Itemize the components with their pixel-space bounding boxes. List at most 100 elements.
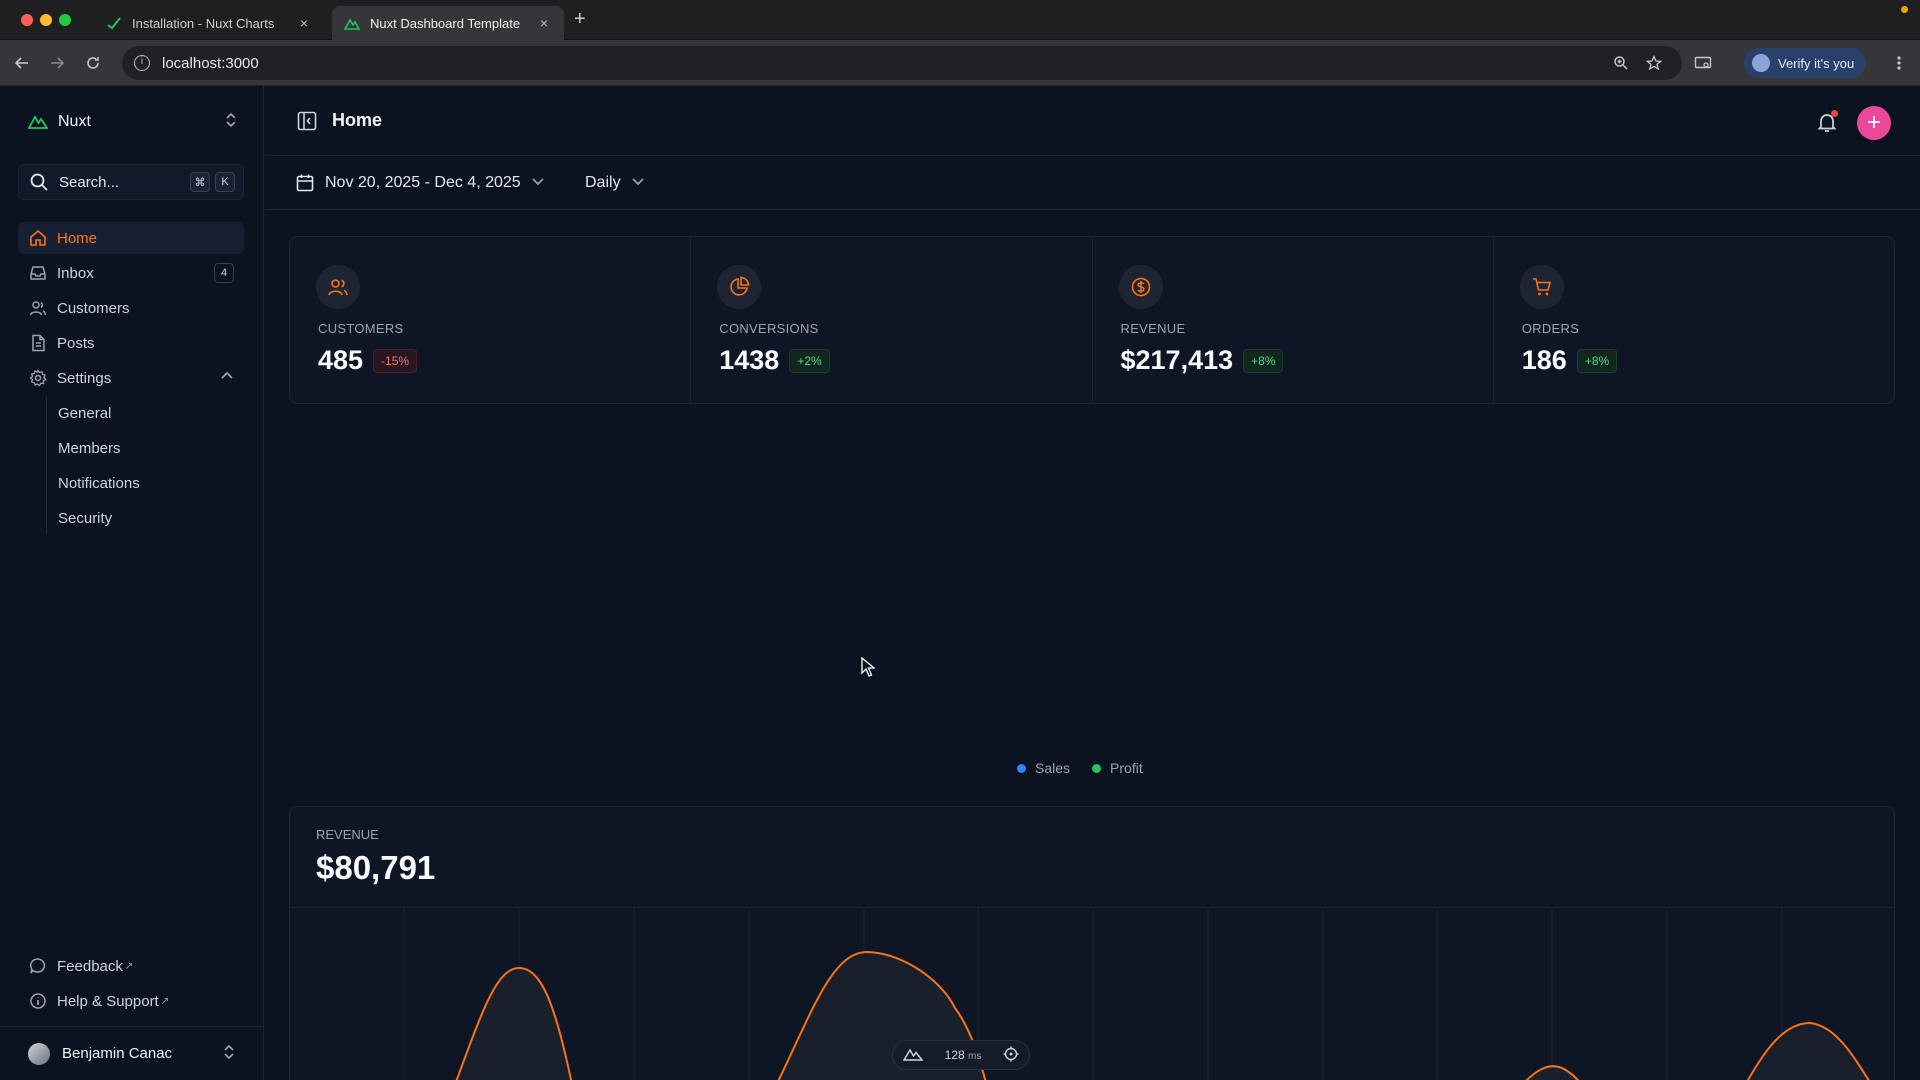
revenue-label: REVENUE: [316, 827, 379, 842]
stat-value: 1438: [719, 345, 780, 375]
help-support-link[interactable]: Help & Support ↗: [18, 985, 244, 1017]
sidebar-item-notifications[interactable]: Notifications: [58, 467, 244, 499]
reload-icon[interactable]: [82, 52, 104, 74]
stat-card-revenue[interactable]: REVENUE $217,413 +8%: [1093, 237, 1494, 403]
sidebar-item-customers[interactable]: Customers: [18, 292, 244, 324]
date-range-picker[interactable]: Nov 20, 2025 - Dec 4, 2025: [295, 170, 545, 196]
gear-icon: [28, 368, 48, 388]
stats-grid: CUSTOMERS 485 -15% CONVERSIONS 1438 +2% …: [289, 236, 1895, 404]
legend-item-profit[interactable]: Profit: [1092, 760, 1143, 776]
search-icon: [29, 172, 49, 192]
search-shortcut: ⌘ K: [190, 172, 235, 192]
nuxt-logo-icon: [27, 112, 49, 132]
stat-change-badge: +2%: [789, 348, 830, 373]
avatar: [28, 1042, 50, 1065]
settings-submenu: General Members Notifications Security: [46, 397, 244, 534]
date-range-label: Nov 20, 2025 - Dec 4, 2025: [325, 174, 521, 191]
sidebar-item-home[interactable]: Home: [18, 222, 244, 254]
legend-dot: [1017, 763, 1026, 773]
chevron-up-down-icon: [224, 111, 238, 134]
legend-label: Sales: [1035, 760, 1071, 776]
users-icon: [28, 298, 48, 318]
sidebar-collapse-icon[interactable]: [296, 110, 318, 132]
inbox-icon: [28, 263, 48, 283]
notification-dot: [1831, 110, 1838, 117]
bell-icon[interactable]: [1815, 110, 1839, 134]
message-icon: [28, 956, 48, 976]
url-bar[interactable]: i localhost:3000: [122, 46, 1682, 80]
team-switcher[interactable]: Nuxt: [27, 110, 238, 134]
browser-tab-installation[interactable]: Installation - Nuxt Charts ×: [94, 6, 324, 40]
page-title: Home: [332, 110, 383, 130]
close-tab-icon[interactable]: ×: [536, 15, 552, 31]
chart-legend: Sales Profit: [1017, 760, 1143, 776]
stat-card-customers[interactable]: CUSTOMERS 485 -15%: [290, 237, 692, 403]
timing-unit: ms: [968, 1051, 982, 1062]
stat-change-badge: +8%: [1576, 348, 1618, 373]
stat-card-orders[interactable]: ORDERS 186 +8%: [1494, 237, 1894, 403]
kbd-k: K: [215, 172, 235, 192]
user-name: Benjamin Canac: [62, 1045, 173, 1062]
new-tab-button[interactable]: +: [574, 8, 586, 31]
forward-arrow-icon[interactable]: [46, 52, 68, 74]
back-arrow-icon[interactable]: [11, 52, 33, 74]
tab-label: Nuxt Dashboard Template: [370, 15, 521, 31]
close-window-button[interactable]: [21, 14, 33, 26]
browser-address-bar: i localhost:3000: [0, 40, 1920, 86]
legend-label: Profit: [1110, 760, 1143, 776]
browser-tab-dashboard[interactable]: Nuxt Dashboard Template ×: [332, 6, 564, 40]
stat-card-conversions[interactable]: CONVERSIONS 1438 +2%: [691, 237, 1093, 403]
zoom-icon[interactable]: [1610, 52, 1632, 74]
user-menu[interactable]: Benjamin Canac: [0, 1026, 264, 1080]
cast-icon[interactable]: [1692, 52, 1714, 74]
minimize-window-button[interactable]: [40, 14, 52, 26]
brand-name: Nuxt: [58, 113, 91, 130]
stat-change-badge: -15%: [373, 348, 418, 373]
kebab-menu-icon[interactable]: [1888, 52, 1910, 74]
search-label: Search...: [59, 173, 120, 191]
sidebar-item-posts[interactable]: Posts: [18, 327, 244, 359]
info-icon: [28, 991, 48, 1011]
sidebar-item-general[interactable]: General: [58, 397, 244, 429]
site-info-icon[interactable]: i: [134, 55, 150, 71]
sidebar-item-security[interactable]: Security: [58, 502, 244, 534]
sidebar-item-label: Customers: [57, 299, 130, 317]
revenue-chart[interactable]: [290, 907, 1894, 1080]
stat-value: 485: [318, 345, 364, 375]
stat-value: $217,413: [1120, 345, 1234, 375]
update-indicator-icon: [1901, 6, 1908, 13]
stat-value-row: 1438 +2%: [719, 345, 830, 376]
sidebar-item-settings[interactable]: Settings: [18, 362, 244, 394]
bookmark-star-icon[interactable]: [1643, 52, 1665, 74]
pie-chart-icon: [717, 265, 762, 309]
stat-value-row: 186 +8%: [1521, 345, 1618, 376]
sidebar-item-members[interactable]: Members: [58, 432, 244, 464]
verify-label: Verify it's you: [1778, 55, 1855, 71]
feedback-link[interactable]: Feedback ↗: [18, 950, 244, 982]
legend-item-sales[interactable]: Sales: [1017, 760, 1070, 776]
nuxt-charts-favicon-icon: [106, 15, 122, 31]
revenue-chart-card: REVENUE $80,791: [289, 806, 1895, 1080]
maximize-window-button[interactable]: [59, 14, 71, 26]
tab-label: Installation - Nuxt Charts: [132, 15, 275, 31]
period-select[interactable]: Daily: [585, 170, 645, 196]
sidebar-item-label: Settings: [57, 369, 112, 387]
file-icon: [28, 333, 48, 353]
legend-dot: [1092, 763, 1102, 773]
close-tab-icon[interactable]: ×: [296, 15, 312, 31]
stat-label: CONVERSIONS: [719, 321, 819, 336]
stat-value: 186: [1521, 345, 1567, 375]
calendar-icon: [295, 173, 315, 193]
profile-verify-button[interactable]: Verify it's you: [1744, 48, 1867, 78]
target-icon[interactable]: [1003, 1046, 1019, 1065]
chevron-up-icon[interactable]: [220, 369, 234, 387]
nuxt-devtools-bar[interactable]: 128 ms: [892, 1040, 1030, 1070]
add-button[interactable]: +: [1857, 106, 1891, 140]
external-link-icon: ↗: [160, 995, 170, 1007]
revenue-value: $80,791: [316, 849, 436, 886]
sidebar-item-inbox[interactable]: Inbox 4: [18, 257, 244, 289]
inbox-count-badge: 4: [214, 263, 234, 283]
stat-value-row: $217,413 +8%: [1121, 345, 1284, 376]
revenue-area: [456, 952, 1869, 1080]
search-button[interactable]: Search... ⌘ K: [18, 164, 244, 200]
